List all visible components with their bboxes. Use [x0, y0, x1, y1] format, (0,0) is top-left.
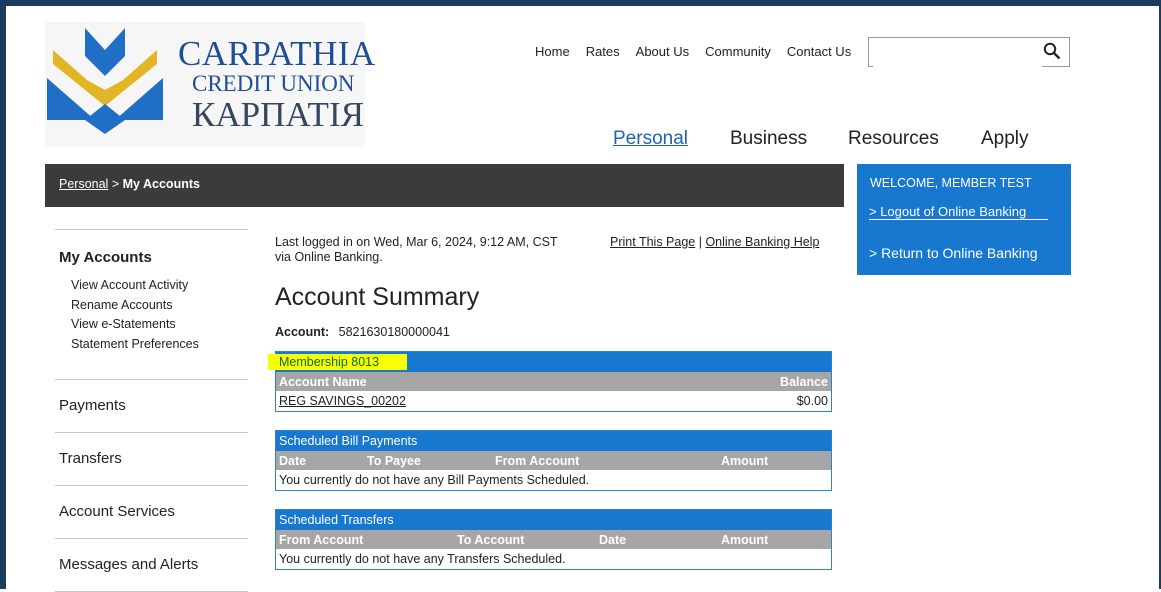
last-login-line-1: Last logged in on Wed, Mar 6, 2024, 9:12…: [275, 235, 558, 249]
sidebar-item-account-services[interactable]: Account Services: [55, 486, 248, 538]
sidebar-item-payments[interactable]: Payments: [55, 380, 248, 432]
main-nav-resources[interactable]: Resources: [848, 128, 939, 150]
bill-payments-table: Scheduled Bill Payments Date To Payee Fr…: [275, 430, 832, 491]
col-balance: Balance: [670, 372, 832, 391]
empty-message: You currently do not have any Bill Payme…: [275, 470, 832, 491]
col-to-payee: To Payee: [364, 451, 492, 470]
col-date: Date: [275, 451, 364, 470]
welcome-title: WELCOME, MEMBER TEST: [870, 176, 1032, 190]
online-banking-help-link[interactable]: Online Banking Help: [705, 235, 819, 249]
search-box: [868, 37, 1070, 67]
table-title-row: Scheduled Transfers: [275, 509, 832, 530]
nav-home[interactable]: Home: [535, 44, 570, 59]
empty-message: You currently do not have any Transfers …: [275, 549, 832, 570]
main-nav-personal[interactable]: Personal: [613, 128, 688, 150]
page-links: Print This Page | Online Banking Help: [610, 235, 819, 249]
window-border-left: [0, 0, 6, 589]
sidebar-item-messages-alerts[interactable]: Messages and Alerts: [55, 539, 248, 591]
main-nav-business[interactable]: Business: [730, 128, 807, 150]
table-title-row: Scheduled Bill Payments: [275, 430, 832, 451]
bill-payments-title: Scheduled Bill Payments: [275, 430, 832, 451]
breadcrumb-separator: >: [111, 177, 120, 191]
breadcrumb-bar: Personal > My Accounts: [45, 164, 844, 207]
print-page-link[interactable]: Print This Page: [610, 235, 695, 249]
col-account-name: Account Name: [275, 372, 671, 391]
sidebar-item-my-accounts[interactable]: My Accounts: [55, 230, 248, 271]
table-header-row: From Account To Account Date Amount: [275, 530, 832, 549]
logo-line-2: CREDIT UNION: [192, 71, 355, 96]
return-link[interactable]: > Return to Online Banking: [869, 245, 1038, 261]
col-from-account: From Account: [492, 451, 718, 470]
account-label: Account:: [275, 325, 330, 339]
logo-line-3: КАРПАТІЯ: [192, 95, 364, 134]
table-header-row: Date To Payee From Account Amount: [275, 451, 832, 470]
col-date: Date: [596, 530, 718, 549]
transfers-title: Scheduled Transfers: [275, 509, 832, 530]
last-login-line-2: via Online Banking.: [275, 250, 383, 264]
breadcrumb: Personal > My Accounts: [59, 177, 200, 191]
welcome-panel: WELCOME, MEMBER TEST > Logout of Online …: [857, 164, 1071, 275]
membership-table: Membership 8013 Account Name Balance REG…: [268, 351, 832, 412]
sidebar-subitem-estatements[interactable]: View e-Statements: [71, 315, 248, 335]
nav-community[interactable]: Community: [705, 44, 771, 59]
window-border-top: [0, 0, 1161, 6]
account-number-line: Account: 5821630180000041: [275, 325, 450, 339]
col-amount: Amount: [718, 530, 832, 549]
nav-rates[interactable]: Rates: [586, 44, 620, 59]
table-row: You currently do not have any Bill Payme…: [275, 470, 832, 491]
sidebar-submenu: View Account Activity Rename Accounts Vi…: [55, 271, 248, 379]
col-to-account: To Account: [454, 530, 596, 549]
breadcrumb-personal-link[interactable]: Personal: [59, 177, 108, 191]
sidebar-subitem-statement-prefs[interactable]: Statement Preferences: [71, 335, 248, 355]
table-row: You currently do not have any Transfers …: [275, 549, 832, 570]
membership-title-cell: Membership 8013: [268, 351, 832, 372]
table-title-row: Membership 8013: [268, 351, 832, 372]
sidebar-item-transfers[interactable]: Transfers: [55, 433, 248, 485]
links-separator: |: [698, 235, 702, 249]
table-row: REG SAVINGS_00202 $0.00: [275, 391, 832, 412]
logo-wordmark: CARPATHIA CREDIT UNION КАРПАТІЯ: [178, 36, 376, 132]
account-name-cell: REG SAVINGS_00202: [275, 391, 671, 412]
breadcrumb-current: My Accounts: [122, 177, 200, 191]
nav-contact-us[interactable]: Contact Us: [787, 44, 851, 59]
top-nav: Home Rates About Us Community Contact Us: [535, 44, 851, 59]
site-logo[interactable]: CARPATHIA CREDIT UNION КАРПАТІЯ: [45, 22, 375, 147]
search-icon[interactable]: [1043, 42, 1061, 60]
sidebar-subitem-rename[interactable]: Rename Accounts: [71, 296, 248, 316]
account-number: 5821630180000041: [338, 325, 450, 339]
last-login-info: Last logged in on Wed, Mar 6, 2024, 9:12…: [275, 235, 558, 265]
table-header-row: Account Name Balance: [275, 372, 832, 391]
main-nav-apply[interactable]: Apply: [981, 128, 1029, 150]
page-title: Account Summary: [275, 283, 480, 311]
logout-link[interactable]: > Logout of Online Banking: [869, 204, 1049, 220]
account-link[interactable]: REG SAVINGS_00202: [279, 394, 406, 408]
nav-about-us[interactable]: About Us: [636, 44, 689, 59]
transfers-table: Scheduled Transfers From Account To Acco…: [275, 509, 832, 570]
sidebar: My Accounts View Account Activity Rename…: [55, 229, 248, 592]
col-amount: Amount: [718, 451, 832, 470]
search-input[interactable]: [873, 39, 1042, 67]
balance-cell: $0.00: [670, 391, 832, 412]
sidebar-subitem-view-activity[interactable]: View Account Activity: [71, 276, 248, 296]
membership-title: Membership 8013: [268, 354, 408, 370]
col-from-account: From Account: [275, 530, 454, 549]
logo-mark-icon: [47, 28, 163, 134]
logo-line-1: CARPATHIA: [178, 34, 376, 73]
